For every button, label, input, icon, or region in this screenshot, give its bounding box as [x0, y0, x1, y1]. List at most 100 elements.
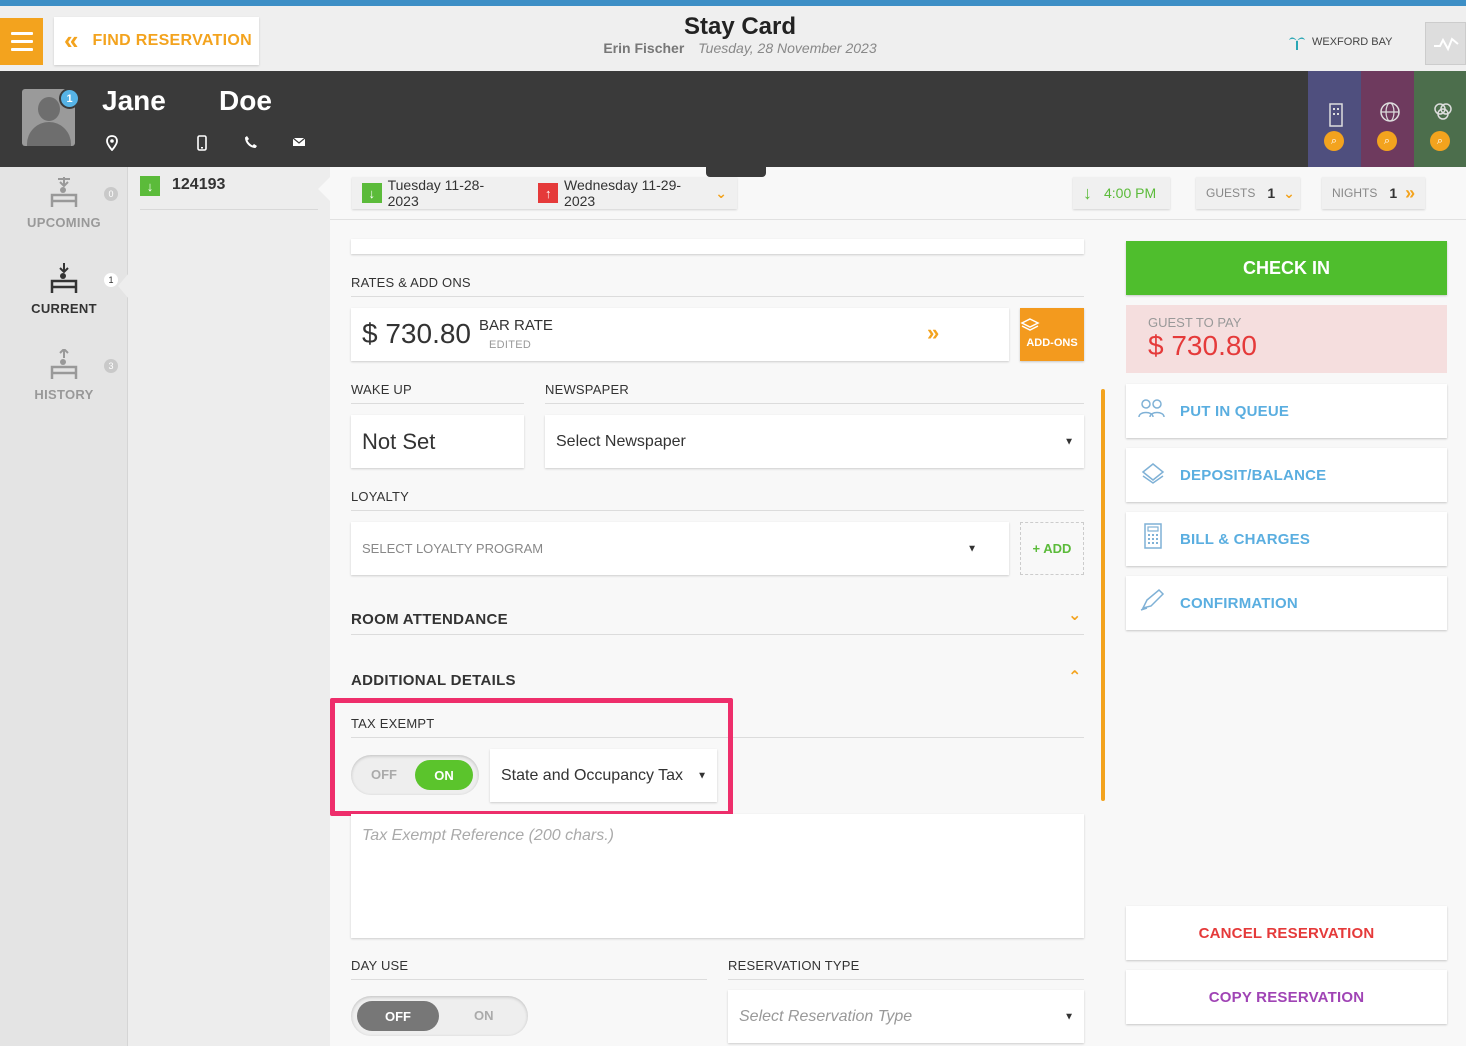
add-loyalty-button[interactable]: + ADD: [1020, 522, 1084, 575]
reservation-type-placeholder: Select Reservation Type: [739, 1007, 913, 1025]
hotel-selector[interactable]: WEXFORD BAY: [1288, 34, 1392, 50]
confirmation-button[interactable]: CONFIRMATION: [1126, 576, 1447, 630]
check-in-label: CHECK IN: [1242, 257, 1330, 278]
wake-up-field[interactable]: Not Set: [351, 415, 524, 468]
scrollbar[interactable]: [1101, 389, 1105, 801]
search-icon: ⌕: [1377, 131, 1397, 151]
wake-up-value: Not Set: [362, 428, 436, 454]
room-attendance-header[interactable]: ROOM ATTENDANCE: [351, 611, 508, 628]
cancel-reservation-label: CANCEL RESERVATION: [1198, 924, 1375, 942]
reservation-type-select[interactable]: Select Reservation Type ▼: [728, 990, 1084, 1043]
arrival-arrow-icon: ↓: [362, 183, 382, 203]
rates-section-label: RATES & ADD ONS: [351, 275, 471, 290]
phone-icon[interactable]: [244, 135, 258, 152]
additional-details-header[interactable]: ADDITIONAL DETAILS: [351, 672, 516, 689]
location-pin-icon[interactable]: [106, 135, 118, 154]
find-reservation-label: FIND RESERVATION: [92, 32, 252, 49]
caret-down-icon: ▼: [1064, 1011, 1074, 1022]
top-bar: « FIND RESERVATION Stay Card Erin Fische…: [0, 0, 1466, 71]
reservation-list: ↓ 124193: [128, 167, 330, 1046]
main-content: ↓ Tuesday 11-28-2023 ↑ Wednesday 11-29-2…: [330, 167, 1466, 1046]
email-icon[interactable]: [292, 135, 306, 151]
previous-card-edge: [351, 239, 1084, 254]
guests-label: GUESTS: [1206, 186, 1256, 200]
double-chevron-right-icon: »: [1405, 182, 1416, 203]
chevron-down-icon: ⌄: [1283, 184, 1295, 201]
caret-down-icon: ▼: [967, 543, 977, 554]
nights-selector[interactable]: NIGHTS 1 »: [1322, 177, 1425, 209]
nights-label: NIGHTS: [1332, 186, 1378, 200]
tax-exempt-reference-field[interactable]: Tax Exempt Reference (200 chars.): [351, 814, 1084, 938]
arrival-time-value: 4:00 PM: [1104, 185, 1157, 201]
double-chevron-down-icon[interactable]: ⌄: [1068, 605, 1081, 625]
people-queue-icon: [1126, 397, 1180, 425]
palm-tree-icon: [1289, 37, 1305, 50]
pulse-icon: [1433, 36, 1459, 51]
loyalty-placeholder: SELECT LOYALTY PROGRAM: [362, 541, 544, 556]
guests-selector[interactable]: GUESTS 1 ⌄: [1196, 177, 1300, 209]
reservation-list-item[interactable]: ↓ 124193: [140, 176, 318, 210]
travel-agent-tile[interactable]: ⌕: [1361, 71, 1414, 167]
deposit-balance-label: DEPOSIT/BALANCE: [1180, 466, 1327, 484]
hotel-name: WEXFORD BAY: [1312, 36, 1393, 48]
tax-exempt-highlight: [330, 698, 733, 816]
guest-last-name[interactable]: Doe: [219, 85, 272, 117]
nav-current[interactable]: CURRENT 1: [0, 263, 128, 316]
nav-history-label: HISTORY: [34, 387, 94, 402]
drawer-handle[interactable]: [706, 167, 766, 177]
toggle-on-label: ON: [474, 1008, 494, 1023]
nav-upcoming[interactable]: UPCOMING 0: [0, 177, 128, 230]
group-icon: [1434, 103, 1452, 120]
cancel-reservation-button[interactable]: CANCEL RESERVATION: [1126, 906, 1447, 960]
nav-history-count: 3: [104, 359, 118, 373]
guest-first-name[interactable]: Jane: [102, 85, 166, 117]
rate-edited: EDITED: [489, 339, 532, 351]
menu-button[interactable]: [0, 18, 43, 65]
put-in-queue-button[interactable]: PUT IN QUEUE: [1126, 384, 1447, 438]
business-date: Tuesday, 28 November 2023: [698, 40, 877, 56]
add-loyalty-label: + ADD: [1032, 541, 1072, 556]
left-nav: UPCOMING 0 CURRENT 1 HISTORY 3: [0, 167, 128, 1046]
pen-icon: [1126, 588, 1180, 618]
double-chevron-up-icon[interactable]: ⌃: [1068, 667, 1081, 687]
copy-reservation-button[interactable]: COPY RESERVATION: [1126, 970, 1447, 1024]
arrival-time[interactable]: ↓ 4:00 PM: [1073, 177, 1170, 209]
guest-to-pay: GUEST TO PAY $ 730.80: [1126, 305, 1447, 373]
stay-dates[interactable]: ↓ Tuesday 11-28-2023 ↑ Wednesday 11-29-2…: [352, 177, 737, 209]
day-use-toggle[interactable]: OFF ON: [351, 996, 528, 1036]
reservation-number: 124193: [172, 176, 226, 193]
loyalty-select[interactable]: SELECT LOYALTY PROGRAM ▼: [351, 522, 1009, 575]
find-reservation-button[interactable]: « FIND RESERVATION: [54, 17, 259, 65]
newspaper-select[interactable]: Select Newspaper ▼: [545, 415, 1084, 468]
hamburger-icon: [10, 32, 33, 35]
arrival-time-arrow-icon: ↓: [1083, 182, 1092, 203]
check-in-button[interactable]: CHECK IN: [1126, 241, 1447, 295]
double-chevron-left-icon: «: [64, 24, 79, 55]
group-tile[interactable]: ⌕: [1414, 71, 1466, 167]
search-icon: ⌕: [1324, 131, 1344, 151]
rate-name: BAR RATE: [479, 317, 553, 334]
tax-exempt-reference-placeholder: Tax Exempt Reference (200 chars.): [362, 827, 614, 844]
confirmation-label: CONFIRMATION: [1180, 594, 1298, 612]
put-in-queue-label: PUT IN QUEUE: [1180, 402, 1290, 420]
toggle-off-knob: OFF: [357, 1001, 439, 1031]
nav-history[interactable]: HISTORY 3: [0, 349, 128, 402]
departure-arrow-icon: ↑: [538, 183, 559, 203]
rate-card[interactable]: $ 730.80 BAR RATE EDITED »: [351, 308, 1009, 361]
guest-to-pay-amount: $ 730.80: [1148, 330, 1257, 361]
building-icon: [1329, 103, 1343, 127]
avatar-badge: 1: [59, 88, 80, 109]
rate-amount: $ 730.80: [362, 318, 471, 349]
mobile-phone-icon[interactable]: [197, 135, 207, 154]
arrival-arrow-icon: ↓: [140, 176, 160, 196]
deposit-balance-button[interactable]: DEPOSIT/BALANCE: [1126, 448, 1447, 502]
user-name: Erin Fischer: [603, 40, 685, 56]
bill-charges-label: BILL & CHARGES: [1180, 530, 1311, 548]
add-ons-button[interactable]: ADD-ONS: [1020, 308, 1084, 361]
activity-chart-button[interactable]: [1425, 22, 1466, 65]
chevron-down-icon: ⌄: [715, 184, 727, 201]
loyalty-label: LOYALTY: [351, 489, 409, 504]
date-bar: ↓ Tuesday 11-28-2023 ↑ Wednesday 11-29-2…: [330, 167, 1466, 220]
bill-charges-button[interactable]: BILL & CHARGES: [1126, 512, 1447, 566]
company-card-tile[interactable]: ⌕: [1308, 71, 1361, 167]
